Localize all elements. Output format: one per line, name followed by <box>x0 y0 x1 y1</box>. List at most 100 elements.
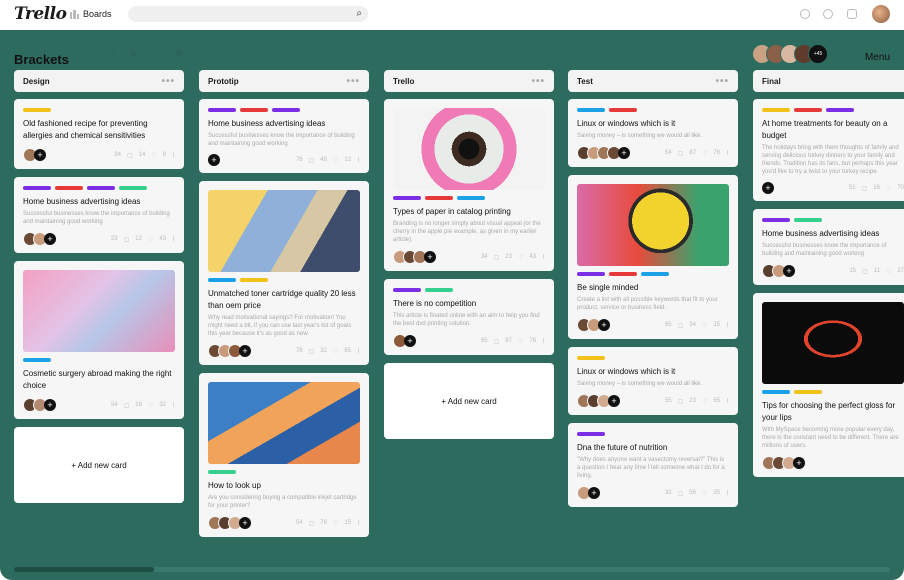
card-label <box>425 288 453 292</box>
add-member-icon[interactable]: + <box>404 335 416 347</box>
list-header[interactable]: Trello ••• <box>384 70 554 92</box>
more-icon[interactable]: ••• <box>346 76 360 87</box>
card-label <box>794 108 822 112</box>
filter-icon[interactable]: ⊖ <box>176 48 183 57</box>
list-title: Trello <box>393 76 415 86</box>
card-description: Create a list with all possible keywords… <box>577 297 718 311</box>
likes-count: 87 <box>689 149 696 156</box>
card-description: Why read motivational sayings? For motiv… <box>208 315 352 337</box>
scrollbar-thumb[interactable] <box>14 567 154 572</box>
more-icon[interactable]: ••• <box>161 76 175 87</box>
search-input[interactable]: ⌕ <box>128 6 368 22</box>
add-member-icon[interactable]: + <box>783 265 795 277</box>
attachments-count: 12 <box>344 156 352 163</box>
card-title: There is no competition <box>393 299 477 308</box>
list-final: Final At home treatments for beauty on a… <box>753 70 904 485</box>
user-avatar[interactable] <box>872 5 890 23</box>
card[interactable]: Tips for choosing the perfect gloss for … <box>753 293 904 477</box>
add-member-icon[interactable]: + <box>762 182 774 194</box>
likes-count: 76 <box>320 519 327 526</box>
comments-count: 54 <box>295 519 303 526</box>
likes-count: 23 <box>689 397 696 404</box>
card-title: Old fashioned recipe for preventing alle… <box>23 119 148 140</box>
add-member-icon[interactable]: + <box>44 233 56 245</box>
card[interactable]: At home treatments for beauty on a budge… <box>753 99 904 201</box>
add-member-icon[interactable]: + <box>239 345 251 357</box>
attachments-count: 43 <box>529 253 537 260</box>
card[interactable]: How to look up Are you considering buyin… <box>199 373 369 537</box>
board-members[interactable]: +45 <box>752 44 828 64</box>
info-icon[interactable] <box>823 9 833 19</box>
list-header[interactable]: Design ••• <box>14 70 184 92</box>
likes-count: 23 <box>505 253 512 260</box>
add-icon[interactable] <box>800 9 810 19</box>
list-title: Design <box>23 76 50 86</box>
card-label <box>826 108 854 112</box>
list-title: Final <box>762 76 781 86</box>
card-label <box>55 186 83 190</box>
card-label <box>577 108 605 112</box>
comments-count: 51 <box>848 184 856 191</box>
star-icon[interactable]: ♡ <box>110 48 117 57</box>
card-title: Linux or windows which is it <box>577 119 676 128</box>
attachments-count: 8 <box>162 151 167 158</box>
more-icon[interactable]: ••• <box>531 76 545 87</box>
card[interactable]: Linux or windows which is it Saving mone… <box>568 347 738 415</box>
add-member-icon[interactable]: + <box>608 395 620 407</box>
add-member-icon[interactable]: + <box>208 154 220 166</box>
likes-count: 16 <box>135 401 142 408</box>
comments-count: 55 <box>664 397 672 404</box>
card[interactable]: Home business advertising ideas Successf… <box>753 209 904 285</box>
add-card-button[interactable]: + Add new card <box>14 427 184 503</box>
add-member-icon[interactable]: + <box>239 517 251 529</box>
add-card-button[interactable]: + Add new card <box>384 363 554 439</box>
horizontal-scrollbar[interactable] <box>14 567 890 572</box>
card-label <box>762 108 790 112</box>
attachments-count: 27 <box>897 267 904 274</box>
visibility-icon[interactable]: ◎ <box>130 48 137 57</box>
search-icon[interactable]: ⌕ <box>356 8 362 19</box>
card-cover-image <box>208 382 360 464</box>
card[interactable]: Cosmetic surgery abroad making the right… <box>14 261 184 419</box>
more-icon[interactable]: ••• <box>715 76 729 87</box>
boards-button[interactable]: Boards <box>70 9 112 19</box>
card[interactable]: Be single minded Create a list with all … <box>568 175 738 339</box>
card[interactable]: There is no competition This article is … <box>384 279 554 355</box>
card[interactable]: Linux or windows which is it Saving mone… <box>568 99 738 167</box>
card[interactable]: Home business advertising ideas Successf… <box>14 177 184 253</box>
card-label <box>577 432 605 436</box>
menu-button[interactable]: Menu <box>865 52 890 63</box>
card-title: Dna the future of nutrition <box>577 443 668 452</box>
card-label <box>762 390 790 394</box>
card-label <box>794 218 822 222</box>
card-title: Tips for choosing the perfect gloss for … <box>762 401 896 422</box>
more-members-badge[interactable]: +45 <box>808 44 828 64</box>
likes-count: 34 <box>689 321 696 328</box>
add-member-icon[interactable]: + <box>598 319 610 331</box>
card-cover-image <box>393 108 545 190</box>
card[interactable]: Types of paper in catalog printing Brand… <box>384 99 554 271</box>
top-bar: Trello Boards ⌕ <box>0 0 904 30</box>
list-header[interactable]: Test ••• <box>568 70 738 92</box>
card[interactable]: Unmatched toner cartridge quality 20 les… <box>199 181 369 365</box>
add-member-icon[interactable]: + <box>34 149 46 161</box>
add-member-icon[interactable]: + <box>793 457 805 469</box>
add-member-icon[interactable]: + <box>44 399 56 411</box>
list-header[interactable]: Prototip ••• <box>199 70 369 92</box>
list-design: Design ••• Old fashioned recipe for preve… <box>14 70 184 503</box>
card[interactable]: Home business advertising ideas Successf… <box>199 99 369 173</box>
add-member-icon[interactable]: + <box>618 147 630 159</box>
likes-count: 87 <box>505 337 512 344</box>
attachments-count: 15 <box>713 321 721 328</box>
add-member-icon[interactable]: + <box>424 251 436 263</box>
list-header[interactable]: Final <box>753 70 904 92</box>
trello-logo[interactable]: Trello <box>14 4 67 24</box>
bell-icon[interactable] <box>847 9 857 19</box>
card-label <box>87 186 115 190</box>
card-label <box>23 186 51 190</box>
add-member-icon[interactable]: + <box>588 487 600 499</box>
card-description: Saving money – is something we would all… <box>577 381 703 387</box>
card-description: "Why does anyone want a vasectomy revers… <box>577 457 725 479</box>
card[interactable]: Old fashioned recipe for preventing alle… <box>14 99 184 169</box>
card[interactable]: Dna the future of nutrition "Why does an… <box>568 423 738 507</box>
